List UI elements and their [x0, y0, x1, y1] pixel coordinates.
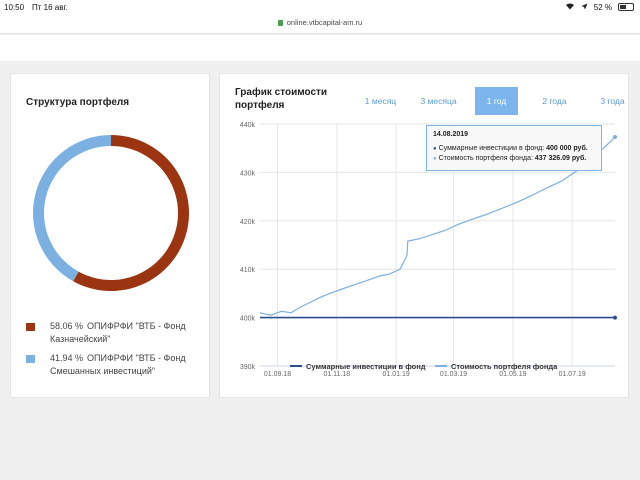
- tooltip-portfolio-value: 437 326.09 руб.: [534, 155, 587, 162]
- url-display[interactable]: online.vtbcapital-am.ru: [0, 18, 640, 27]
- portfolio-value-card: График стоимости портфеля 1 месяц 3 меся…: [219, 73, 629, 398]
- series-point-1: [613, 134, 617, 139]
- x-tick-label: 01.01.19: [383, 371, 410, 378]
- url-text: online.vtbcapital-am.ru: [286, 18, 363, 27]
- location-icon: [581, 3, 588, 12]
- x-tick-label: 01.07.19: [559, 371, 586, 378]
- tab-1-month[interactable]: 1 месяц: [359, 87, 402, 115]
- donut-slice-0: [73, 135, 189, 291]
- portfolio-value-title: График стоимости портфеля: [235, 87, 328, 111]
- browser-url-bar[interactable]: online.vtbcapital-am.ru: [0, 14, 640, 34]
- portfolio-donut-chart: [33, 135, 189, 291]
- tab-2-years[interactable]: 2 года: [533, 87, 576, 115]
- page-header-band: [0, 35, 640, 61]
- y-tick-label: 420k: [240, 219, 256, 226]
- y-tick-label: 400k: [240, 316, 256, 323]
- series-point-0: [613, 315, 617, 320]
- y-tick-label: 410k: [240, 267, 256, 274]
- battery-percent: 52 %: [593, 2, 612, 12]
- battery-level: [620, 5, 627, 9]
- tooltip-portfolio-row: ● Стоимость портфеля фонда: 437 326.09 ру…: [433, 155, 587, 162]
- y-tick-label: 440k: [240, 122, 256, 129]
- tab-1-year[interactable]: 1 год: [475, 87, 518, 115]
- x-tick-label: 01.11.18: [323, 371, 350, 378]
- tooltip-portfolio-label: Стоимость портфеля фонда:: [438, 155, 533, 162]
- status-date: Пт 16 авг.: [32, 3, 68, 12]
- legend-percent: 58.06 %: [50, 321, 84, 331]
- tooltip-investments-row: ● Суммарные инвестиции в фонд: 400 000 ру…: [433, 145, 588, 152]
- legend-label-0: Суммарные инвестиции в фонд: [306, 362, 426, 371]
- chart-tooltip: 14.08.2019 ● Суммарные инвестиции в фонд:…: [426, 125, 602, 171]
- status-bar: 10:50 Пт 16 авг. 52 %: [0, 0, 640, 14]
- tooltip-date: 14.08.2019: [433, 131, 469, 138]
- tab-3-months[interactable]: 3 месяца: [417, 87, 460, 115]
- status-time: 10:50: [4, 3, 25, 12]
- lock-icon: [277, 20, 283, 26]
- legend-swatch: [26, 323, 35, 331]
- x-tick-label: 01.05.19: [499, 371, 526, 378]
- donut-slice-1: [33, 135, 111, 282]
- legend-label-1: Стоимость портфеля фонда: [451, 362, 558, 371]
- tooltip-investments-value: 400 000 руб.: [546, 145, 588, 152]
- legend-swatch: [26, 355, 35, 363]
- y-tick-label: 390k: [240, 364, 256, 371]
- battery-icon: [618, 3, 634, 11]
- period-tabs: 1 месяц 3 месяца 1 год 2 года 3 года: [359, 87, 634, 115]
- status-right: 52 %: [565, 2, 634, 12]
- wifi-icon: [565, 2, 575, 12]
- portfolio-structure-card: Структура портфеля 58.06 % ОПИФРФИ "ВТБ -…: [10, 73, 210, 398]
- x-tick-label: 01.09.18: [264, 371, 291, 378]
- tab-3-years[interactable]: 3 года: [591, 87, 634, 115]
- legend-percent: 41.94 %: [50, 353, 84, 363]
- y-tick-label: 430k: [240, 170, 256, 177]
- x-tick-label: 01.03.19: [440, 371, 467, 378]
- tooltip-investments-label: Суммарные инвестиции в фонд:: [438, 145, 545, 152]
- portfolio-structure-title: Структура портфеля: [26, 97, 130, 108]
